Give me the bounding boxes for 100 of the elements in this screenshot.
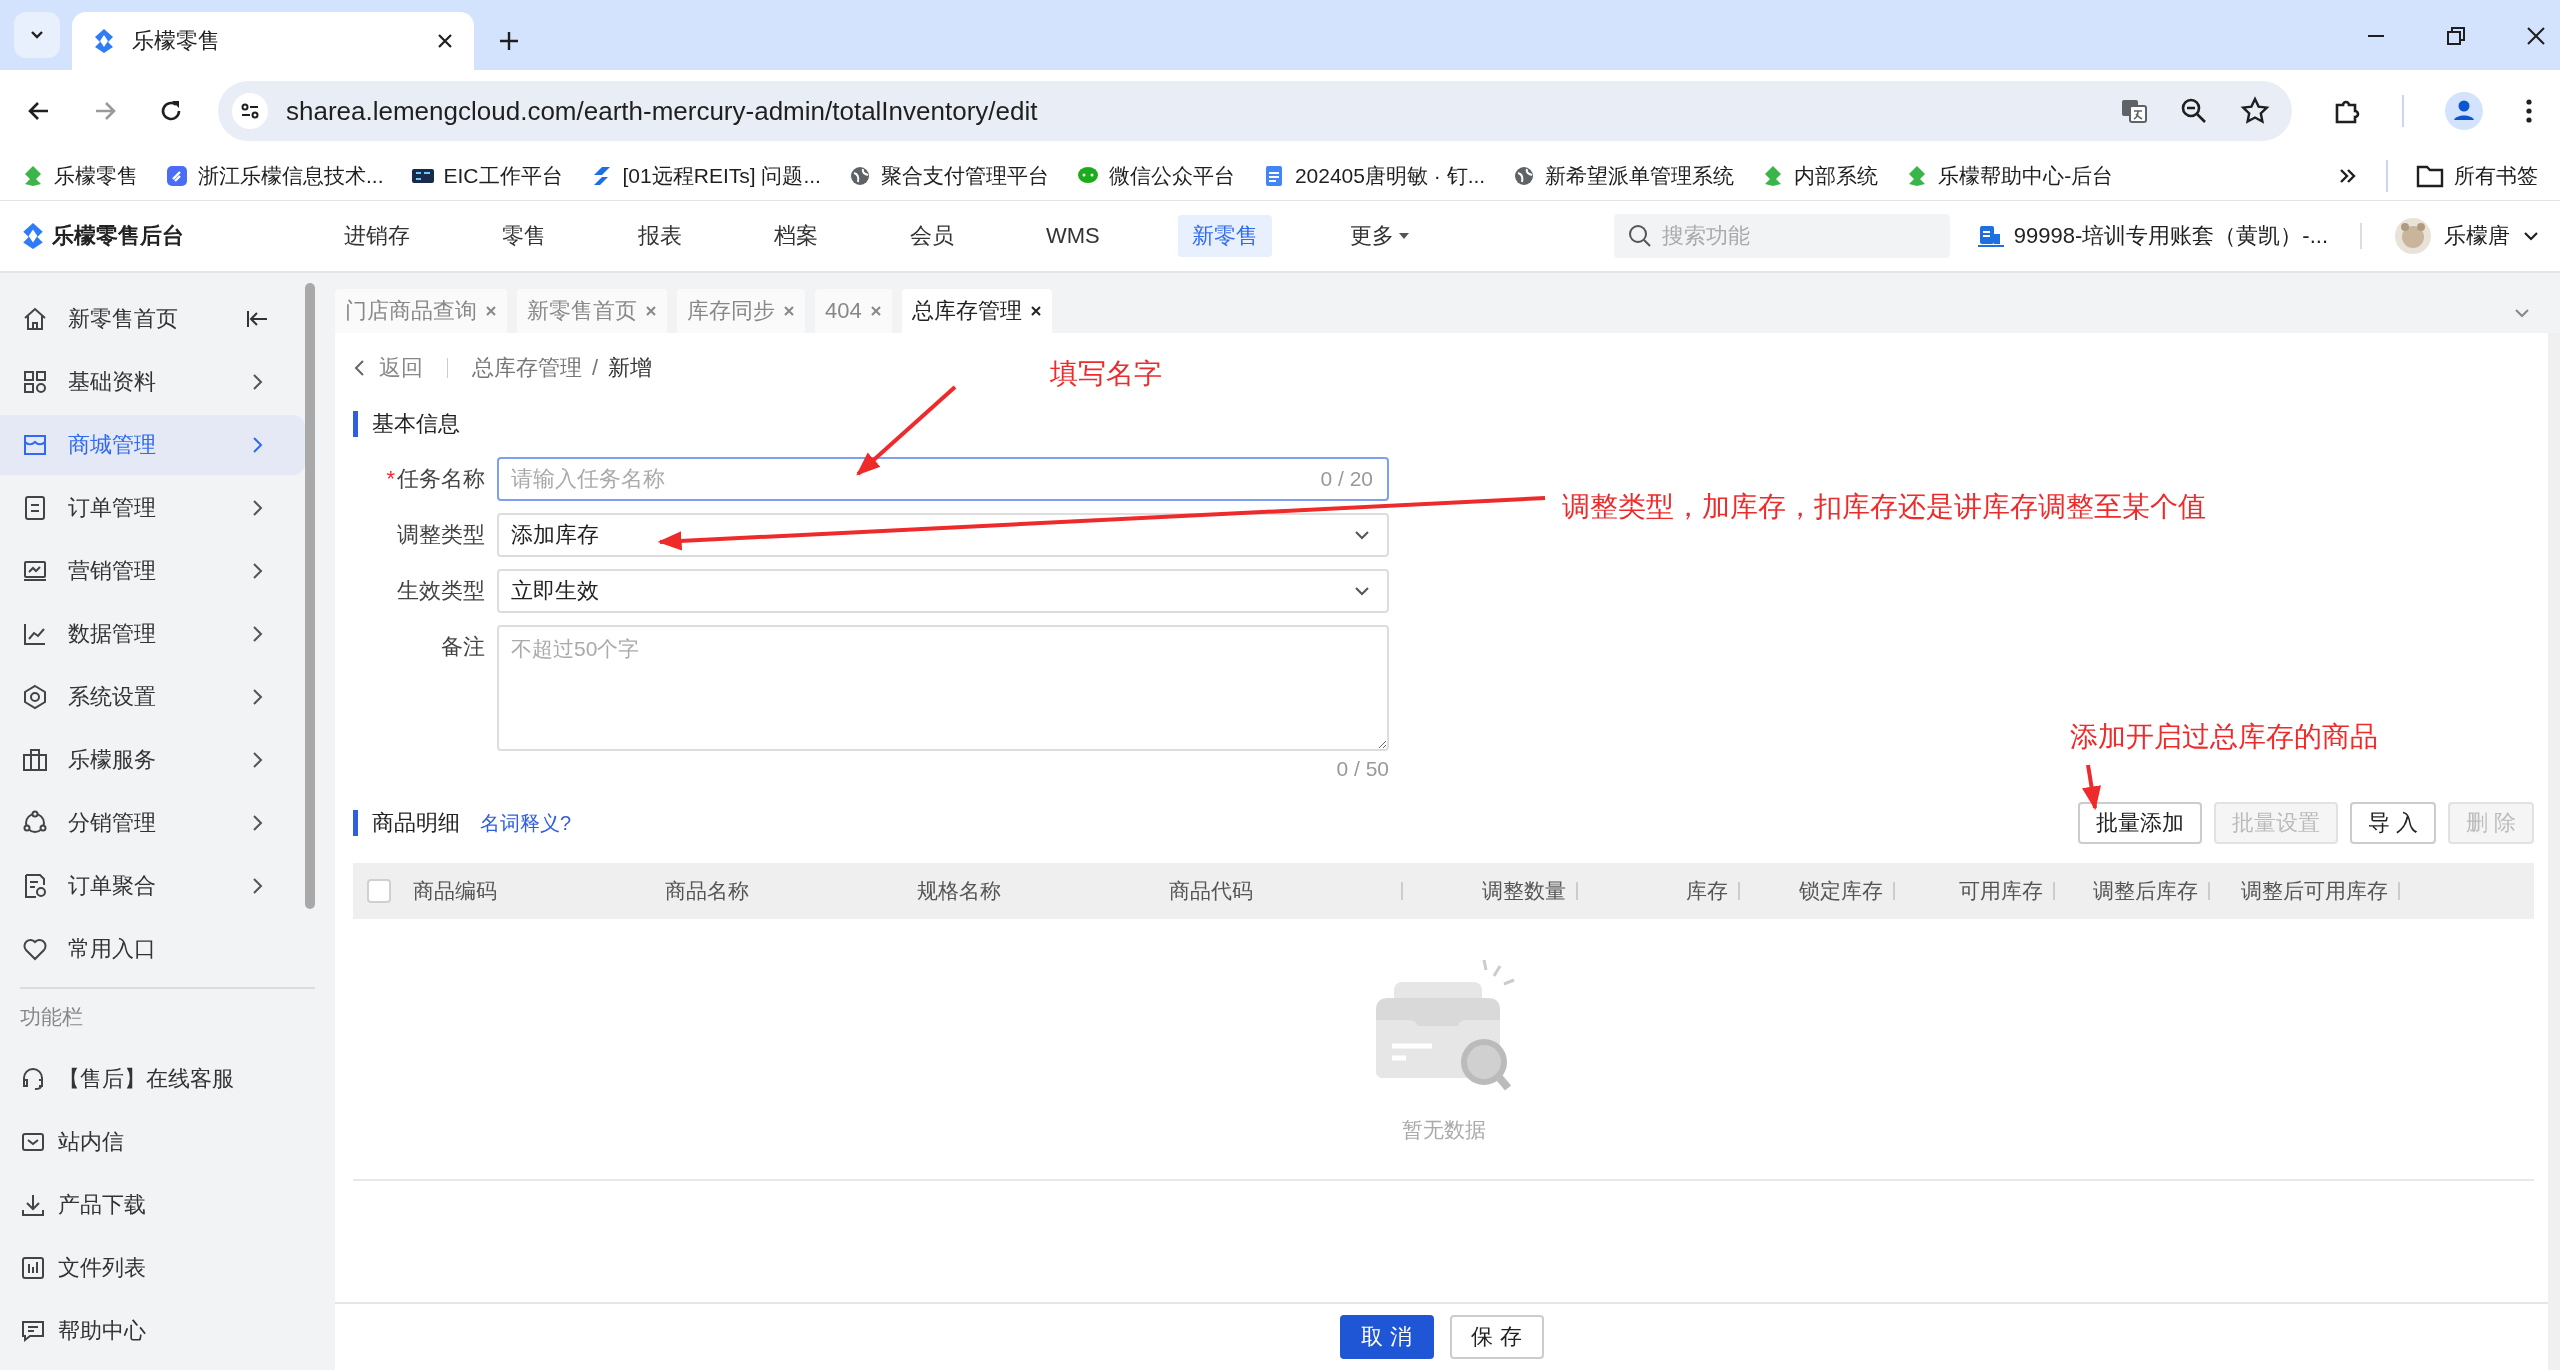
bookmark[interactable]: EIC工作平台 <box>411 162 563 190</box>
bookmark[interactable]: 新希望派单管理系统 <box>1513 162 1735 190</box>
footer-button[interactable]: 保 存 <box>1449 1315 1544 1359</box>
star-icon[interactable] <box>2240 96 2270 126</box>
user-menu[interactable]: 乐檬唐 <box>2394 217 2540 255</box>
avatar-icon <box>2394 217 2432 255</box>
bookmark-label: 浙江乐檬信息技术... <box>198 163 384 189</box>
action-button[interactable]: 导 入 <box>2349 802 2436 844</box>
nav-tab[interactable]: 更多 <box>1335 215 1424 257</box>
tool-item[interactable]: 产品下载 <box>0 1175 305 1235</box>
tool-item[interactable]: 文件列表 <box>0 1238 305 1298</box>
chart-icon <box>22 621 48 647</box>
select-field[interactable]: 添加库存 <box>497 513 1389 557</box>
bookmark[interactable]: [01远程REITs] 问题... <box>590 162 821 190</box>
column-header: 锁定库存 <box>1799 878 1883 904</box>
menu-item[interactable]: 系统设置 <box>0 667 305 727</box>
menu-item[interactable]: 基础资料 <box>0 352 305 412</box>
back-link[interactable]: 返回 <box>353 353 423 383</box>
column-header: 调整数量 <box>1482 878 1566 904</box>
column-header: 调整后库存 <box>2093 878 2198 904</box>
annotation-text: 填写名字 <box>1050 357 1162 391</box>
menu-item[interactable]: 新零售首页 <box>0 289 305 349</box>
tool-item[interactable]: 帮助中心 <box>0 1301 305 1361</box>
menu-item[interactable]: 营销管理 <box>0 541 305 601</box>
bookmark-label: 微信公众平台 <box>1108 163 1235 189</box>
column-header: 调整后可用库存 <box>2241 878 2388 904</box>
heart-icon <box>22 936 48 962</box>
column-header: 商品代码 <box>1169 878 1253 904</box>
action-button[interactable]: 批量添加 <box>2077 802 2202 844</box>
nav-tab[interactable]: 进销存 <box>330 215 424 257</box>
bookmark-folder[interactable]: 所有书签 <box>2416 162 2538 190</box>
url-text: sharea.lemengcloud.com/earth-mercury-admin/totalInventory/edit <box>286 95 1038 127</box>
bookmark[interactable]: 内部系统 <box>1762 162 1879 190</box>
character-counter: 0 / 50 <box>1335 757 1389 781</box>
clipboard-icon <box>22 873 48 899</box>
zoom-out-icon[interactable] <box>2180 97 2208 125</box>
menu-item[interactable]: 分销管理 <box>0 793 305 853</box>
chat-icon <box>20 1318 46 1344</box>
footer-button[interactable]: 取 消 <box>1339 1315 1434 1359</box>
store-icon <box>22 432 48 458</box>
chevron-right-icon <box>251 561 265 581</box>
collapse-icon[interactable] <box>245 308 269 330</box>
nav-tab[interactable]: 会员 <box>896 215 968 257</box>
scrollbar-track[interactable] <box>2548 333 2560 1370</box>
section-label: 功能栏 <box>19 1004 84 1030</box>
monitor-icon <box>22 558 48 584</box>
translate-icon[interactable] <box>2120 97 2148 125</box>
account-switcher[interactable]: 99998-培训专用账套（黄凯）-... <box>1977 221 2328 251</box>
logo-icon <box>20 221 46 251</box>
bookmark-label: 新希望派单管理系统 <box>1545 163 1735 189</box>
site-info-icon[interactable] <box>232 93 268 129</box>
close-icon[interactable] <box>2526 26 2546 46</box>
menu-item[interactable]: 商城管理 <box>0 415 305 475</box>
nav-tab[interactable]: 零售 <box>488 215 560 257</box>
bookmark[interactable]: 聚合支付管理平台 <box>848 162 1049 190</box>
tool-item[interactable]: 【售后】在线客服 <box>0 1049 305 1109</box>
field-label: *任务名称 <box>385 465 486 493</box>
grid-icon <box>22 369 48 395</box>
menu-item[interactable]: 常用入口 <box>0 919 305 979</box>
menu-icon[interactable] <box>2524 97 2534 125</box>
menu-item[interactable]: 订单管理 <box>0 478 305 538</box>
browser-tab[interactable]: 乐檬零售 <box>72 12 474 70</box>
chevron-left-icon <box>353 359 367 377</box>
bookmark-icon <box>166 165 188 187</box>
network-icon <box>22 810 48 836</box>
breadcrumb-item[interactable]: 总库存管理 <box>472 353 582 383</box>
address-bar[interactable]: sharea.lemengcloud.com/earth-mercury-admin/totalInventory/edit <box>218 81 2292 141</box>
field-label: 备注 <box>440 633 486 661</box>
nav-tab[interactable]: 报表 <box>624 215 696 257</box>
download-icon <box>20 1192 46 1218</box>
nav-tab[interactable]: WMS <box>1032 217 1114 255</box>
restore-icon[interactable] <box>2446 26 2466 46</box>
page-tab[interactable]: 总库存管理 <box>901 289 1052 333</box>
bookmark[interactable]: 微信公众平台 <box>1076 162 1235 190</box>
close-icon[interactable] <box>1029 305 1042 317</box>
character-counter: 0 / 20 <box>1320 467 1373 491</box>
bookmark[interactable]: 202405唐明敏 · 钉... <box>1262 162 1486 190</box>
section-title: 基本信息 <box>353 411 2534 437</box>
textarea-field[interactable]: 不超过50个字 <box>497 625 1389 751</box>
help-link[interactable]: 名词释义? <box>480 809 572 837</box>
select-all-checkbox[interactable] <box>367 879 391 903</box>
bookmark[interactable]: 乐檬零售 <box>22 162 138 190</box>
select-field[interactable]: 立即生效 <box>497 569 1389 613</box>
profile-icon[interactable] <box>2444 91 2484 131</box>
close-icon[interactable] <box>436 32 454 50</box>
nav-tab[interactable]: 新零售 <box>1177 215 1272 257</box>
menu-item[interactable]: 乐檬服务 <box>0 730 305 790</box>
menu-item[interactable]: 订单聚合 <box>0 856 305 916</box>
column-header: 商品名称 <box>665 878 749 904</box>
scrollbar[interactable] <box>305 283 315 909</box>
column-header: 库存 <box>1686 878 1728 904</box>
tool-item[interactable]: 站内信 <box>0 1112 305 1172</box>
chevron-right-icon <box>251 876 265 896</box>
breadcrumb-item: 新增 <box>608 354 653 382</box>
bookmark[interactable]: 乐檬帮助中心-后台 <box>1906 162 2114 190</box>
search-field[interactable]: 搜索功能 <box>1613 214 1950 258</box>
new-tab-icon[interactable] <box>498 30 520 52</box>
nav-tab[interactable]: 档案 <box>760 215 832 257</box>
bookmark[interactable]: 浙江乐檬信息技术... <box>166 162 384 190</box>
menu-item[interactable]: 数据管理 <box>0 604 305 664</box>
